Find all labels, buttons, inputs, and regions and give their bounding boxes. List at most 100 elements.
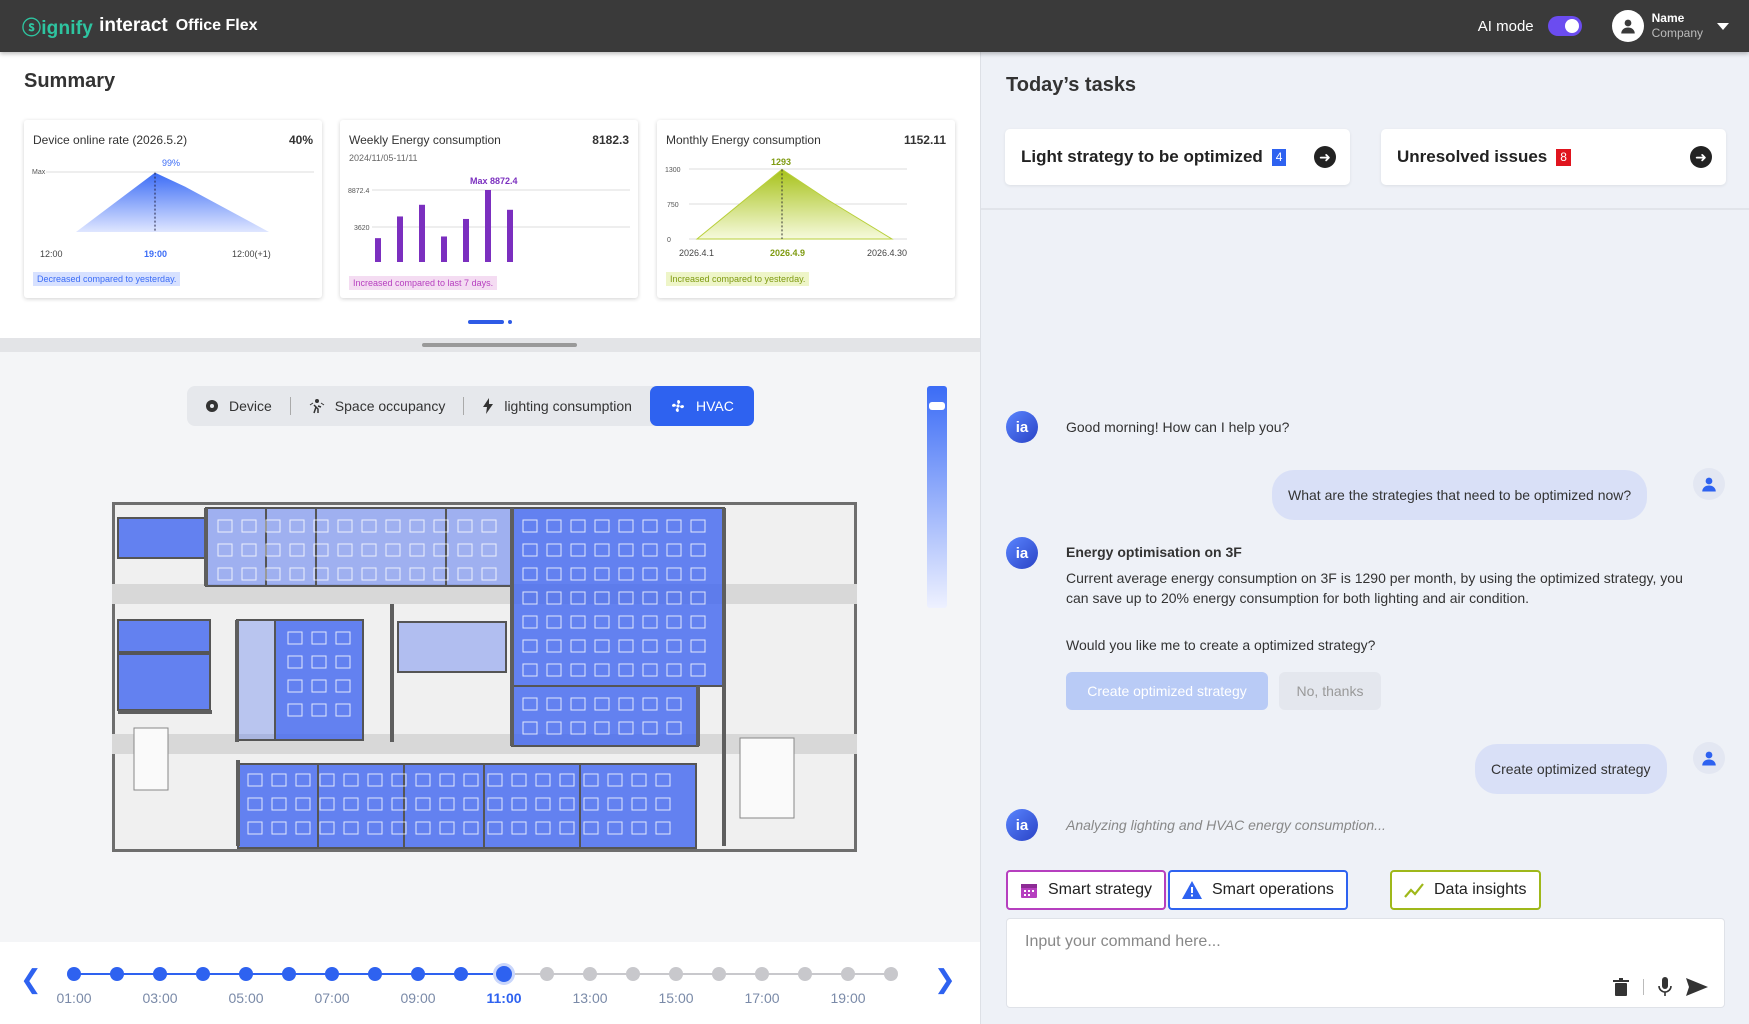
tab-space-occupancy[interactable]: Space occupancy xyxy=(309,386,464,426)
hvac-zone[interactable] xyxy=(483,763,581,849)
x-label-start: 12:00 xyxy=(40,249,63,259)
device-online-card[interactable]: Device online rate (2026.5.2) 40% Max 99… xyxy=(24,120,322,298)
timeline-dot[interactable] xyxy=(496,966,512,982)
carousel-dot[interactable] xyxy=(508,320,512,324)
hvac-zone[interactable] xyxy=(511,507,725,687)
timeline-dot[interactable] xyxy=(712,967,726,981)
timeline-dot[interactable] xyxy=(669,967,683,981)
energy-bar[interactable] xyxy=(441,236,447,262)
brand: ⓢignify interact Office Flex xyxy=(22,13,258,40)
hvac-zone[interactable] xyxy=(579,763,697,849)
x-label-end: 2026.4.30 xyxy=(867,248,907,258)
hvac-zone[interactable] xyxy=(117,517,207,559)
timeline-label[interactable]: 03:00 xyxy=(142,990,177,1006)
floor-plan[interactable] xyxy=(112,502,857,852)
timeline-dot[interactable] xyxy=(282,967,296,981)
no-thanks-button[interactable]: No, thanks xyxy=(1279,672,1381,710)
fan-icon xyxy=(670,398,686,414)
slider-thumb[interactable] xyxy=(929,402,945,410)
user-avatar[interactable] xyxy=(1611,10,1644,42)
chevron-left-icon[interactable]: ❮ xyxy=(20,964,42,995)
hvac-zone[interactable] xyxy=(317,763,405,849)
energy-bar[interactable] xyxy=(507,209,513,262)
y-label: 3620 xyxy=(354,225,370,232)
timeline-dot[interactable] xyxy=(368,967,382,981)
tab-label: Device xyxy=(229,398,272,414)
task-label: Light strategy to be optimized xyxy=(1021,147,1263,166)
smart-operations-chip[interactable]: Smart operations xyxy=(1168,870,1348,910)
energy-bar[interactable] xyxy=(463,218,469,262)
microphone-icon[interactable] xyxy=(1658,977,1672,997)
resize-handle[interactable] xyxy=(422,343,577,347)
tab-label: lighting consumption xyxy=(504,398,632,414)
timeline-dot[interactable] xyxy=(411,967,425,981)
timeline-dot[interactable] xyxy=(196,967,210,981)
timeline-dot[interactable] xyxy=(153,967,167,981)
hvac-zone[interactable] xyxy=(315,507,447,587)
timeline-dot[interactable] xyxy=(540,967,554,981)
timeline-dot[interactable] xyxy=(583,967,597,981)
weekly-energy-chart: 8872.4 3620 0 Max 8872.4 xyxy=(348,176,630,262)
timeline-label[interactable]: 01:00 xyxy=(56,990,91,1006)
timeline-dot[interactable] xyxy=(454,967,468,981)
smart-strategy-chip[interactable]: Smart strategy xyxy=(1006,870,1167,910)
monthly-energy-card[interactable]: Monthly Energy consumption 1152.11 1300 … xyxy=(657,120,955,298)
timeline-dot[interactable] xyxy=(110,967,124,981)
max-label: Max 8872.4 xyxy=(470,176,518,186)
energy-bar[interactable] xyxy=(419,204,425,262)
timeline-label[interactable]: 09:00 xyxy=(400,990,435,1006)
hvac-zone[interactable] xyxy=(236,619,276,741)
energy-bar[interactable] xyxy=(485,190,491,262)
y-label: 750 xyxy=(667,202,679,209)
tab-device[interactable]: Device xyxy=(205,386,290,426)
timeline-dot[interactable] xyxy=(884,967,898,981)
timeline-dot[interactable] xyxy=(626,967,640,981)
bot-message-question: Would you like me to create a optimized … xyxy=(1066,637,1376,653)
carousel-dots[interactable] xyxy=(468,320,512,324)
hvac-zone[interactable] xyxy=(511,685,699,747)
timeline-dot[interactable] xyxy=(841,967,855,981)
task-unresolved-issues[interactable]: Unresolved issues 8 ➜ xyxy=(1381,129,1726,185)
timeline-label[interactable]: 13:00 xyxy=(572,990,607,1006)
hvac-zone[interactable] xyxy=(117,619,211,653)
command-input[interactable] xyxy=(1025,933,1625,951)
timeline-label[interactable]: 19:00 xyxy=(830,990,865,1006)
timeline-label[interactable]: 07:00 xyxy=(314,990,349,1006)
tab-label: HVAC xyxy=(695,398,734,414)
timeline-dot[interactable] xyxy=(239,967,253,981)
timeline-label[interactable]: 15:00 xyxy=(658,990,693,1006)
timeline-label[interactable]: 05:00 xyxy=(228,990,263,1006)
arrow-right-icon[interactable]: ➜ xyxy=(1314,146,1336,168)
tab-lighting-consumption[interactable]: lighting consumption xyxy=(482,386,650,426)
carousel-dot-active[interactable] xyxy=(468,320,504,324)
energy-bar[interactable] xyxy=(375,238,381,262)
energy-bar[interactable] xyxy=(397,216,403,262)
user-info[interactable]: Name Company xyxy=(1652,11,1703,41)
chip-label: Smart strategy xyxy=(1048,881,1153,898)
level-slider[interactable] xyxy=(927,386,947,608)
chevron-right-icon[interactable]: ❯ xyxy=(934,964,956,995)
person-icon xyxy=(1702,751,1716,766)
tab-hvac[interactable]: HVAC xyxy=(649,386,754,426)
timeline-label[interactable]: 11:00 xyxy=(486,990,521,1006)
arrow-right-icon[interactable]: ➜ xyxy=(1690,146,1712,168)
trash-icon[interactable] xyxy=(1613,978,1629,996)
timeline-dot[interactable] xyxy=(67,967,81,981)
task-light-strategy[interactable]: Light strategy to be optimized 4 ➜ xyxy=(1005,129,1350,185)
hvac-zone[interactable] xyxy=(445,507,513,587)
data-insights-chip[interactable]: Data insights xyxy=(1390,870,1541,910)
timeline-dot[interactable] xyxy=(755,967,769,981)
send-icon[interactable] xyxy=(1686,978,1708,996)
hvac-zone[interactable] xyxy=(397,621,507,673)
hvac-zone[interactable] xyxy=(117,653,211,711)
timeline-dot[interactable] xyxy=(798,967,812,981)
hvac-zone[interactable] xyxy=(237,763,319,849)
timeline-label[interactable]: 17:00 xyxy=(744,990,779,1006)
timeline-dot[interactable] xyxy=(325,967,339,981)
chevron-down-icon[interactable] xyxy=(1717,22,1729,30)
user-avatar xyxy=(1693,742,1725,774)
create-strategy-button[interactable]: Create optimized strategy xyxy=(1066,672,1268,710)
weekly-energy-card[interactable]: Weekly Energy consumption 8182.3 2024/11… xyxy=(340,120,638,298)
ai-mode-toggle[interactable] xyxy=(1547,16,1582,36)
hvac-zone[interactable] xyxy=(205,507,267,587)
